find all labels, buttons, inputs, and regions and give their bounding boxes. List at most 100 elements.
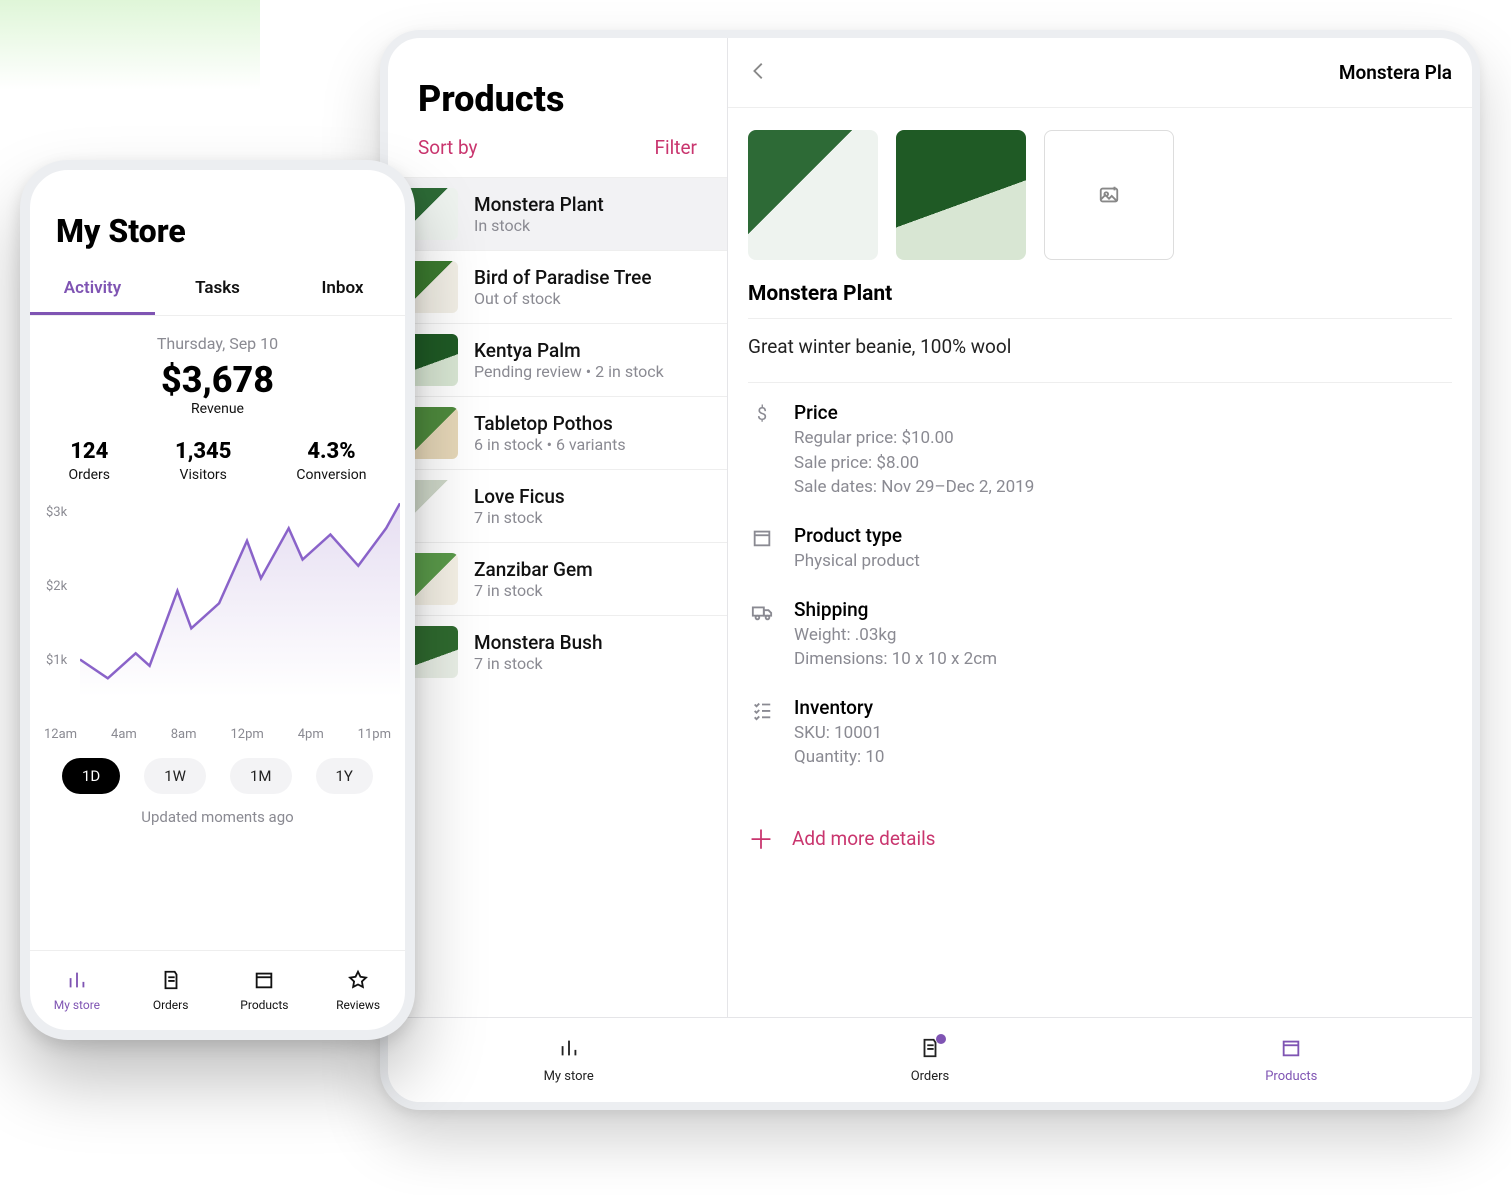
spec-line: SKU: 10001 bbox=[794, 721, 884, 746]
product-row-sub: Pending review • 2 in stock bbox=[474, 362, 664, 381]
spec-price[interactable]: $ Price Regular price: $10.00 Sale price… bbox=[728, 389, 1472, 512]
nav-label: Orders bbox=[911, 1069, 950, 1084]
nav-label: Products bbox=[240, 998, 288, 1012]
star-icon bbox=[347, 969, 369, 994]
phone-nav-reviews[interactable]: Reviews bbox=[311, 951, 405, 1030]
nav-label: My store bbox=[544, 1069, 594, 1084]
gallery-image[interactable] bbox=[896, 130, 1026, 260]
spec-line: Weight: .03kg bbox=[794, 623, 997, 648]
revenue-label: Revenue bbox=[30, 401, 405, 417]
add-more-details-button[interactable]: ＋ Add more details bbox=[728, 794, 1472, 883]
tablet-nav-my-store[interactable]: My store bbox=[388, 1018, 749, 1102]
product-list-pane: Products Sort by Filter Monstera PlantIn… bbox=[388, 38, 728, 1102]
spec-type[interactable]: Product type Physical product bbox=[728, 512, 1472, 586]
gallery-image[interactable] bbox=[748, 130, 878, 260]
spec-line: Sale dates: Nov 29–Dec 2, 2019 bbox=[794, 475, 1034, 500]
spec-heading: Price bbox=[794, 401, 1034, 424]
product-row-sub: 7 in stock bbox=[474, 581, 593, 600]
bars-icon bbox=[66, 969, 88, 994]
stat-label: Conversion bbox=[296, 467, 366, 483]
revenue-value: $3,678 bbox=[30, 359, 405, 401]
tab-activity[interactable]: Activity bbox=[30, 268, 155, 315]
dollar-icon: $ bbox=[748, 401, 776, 500]
truck-icon bbox=[748, 598, 776, 672]
date-label: Thursday, Sep 10 bbox=[30, 316, 405, 359]
product-detail-pane: Monstera Pla Monstera Plant Great winter… bbox=[728, 38, 1472, 1102]
range-1m[interactable]: 1M bbox=[230, 758, 292, 794]
tablet-nav-products[interactable]: Products bbox=[1111, 1018, 1472, 1102]
product-row-name: Bird of Paradise Tree bbox=[474, 266, 652, 290]
spec-inventory[interactable]: Inventory SKU: 10001 Quantity: 10 bbox=[728, 684, 1472, 782]
stat-value: 124 bbox=[68, 439, 110, 464]
orders-icon bbox=[160, 969, 182, 994]
spec-shipping[interactable]: Shipping Weight: .03kg Dimensions: 10 x … bbox=[728, 586, 1472, 684]
stat-orders: 124 Orders bbox=[68, 439, 110, 483]
nav-label: Products bbox=[1265, 1069, 1317, 1084]
phone-nav-products[interactable]: Products bbox=[218, 951, 312, 1030]
product-row[interactable]: Tabletop Pothos6 in stock • 6 variants bbox=[388, 396, 727, 469]
chart-xtick: 8am bbox=[171, 727, 197, 742]
box-icon bbox=[748, 524, 776, 574]
sort-by-button[interactable]: Sort by bbox=[418, 136, 478, 159]
nav-label: Orders bbox=[153, 998, 189, 1012]
spec-line: Sale price: $8.00 bbox=[794, 451, 1034, 476]
spec-heading: Product type bbox=[794, 524, 920, 547]
product-row[interactable]: Zanzibar Gem7 in stock bbox=[388, 542, 727, 615]
product-row-name: Love Ficus bbox=[474, 485, 565, 509]
badge-dot bbox=[936, 1034, 946, 1044]
product-row-sub: Out of stock bbox=[474, 289, 652, 308]
phone-nav-orders[interactable]: Orders bbox=[124, 951, 218, 1030]
chart-xtick: 11pm bbox=[358, 727, 391, 742]
updated-label: Updated moments ago bbox=[30, 798, 405, 832]
products-icon bbox=[1280, 1037, 1302, 1063]
tab-tasks[interactable]: Tasks bbox=[155, 268, 280, 315]
nav-label: Reviews bbox=[336, 998, 380, 1012]
phone-device: My Store ActivityTasksInbox Thursday, Se… bbox=[20, 160, 415, 1040]
tablet-nav-orders[interactable]: Orders bbox=[749, 1018, 1110, 1102]
product-name: Monstera Plant bbox=[728, 282, 1472, 312]
product-row[interactable]: Monstera PlantIn stock bbox=[388, 177, 727, 250]
chart-xtick: 12am bbox=[44, 727, 77, 742]
spec-heading: Shipping bbox=[794, 598, 997, 621]
range-1w[interactable]: 1W bbox=[144, 758, 206, 794]
product-row-name: Kentya Palm bbox=[474, 339, 664, 363]
product-row-name: Tabletop Pothos bbox=[474, 412, 626, 436]
chart-xtick: 4pm bbox=[298, 727, 324, 742]
add-more-label: Add more details bbox=[792, 827, 935, 850]
product-row[interactable]: Bird of Paradise TreeOut of stock bbox=[388, 250, 727, 323]
product-row[interactable]: Love Ficus7 in stock bbox=[388, 469, 727, 542]
detail-title: Monstera Pla bbox=[778, 61, 1452, 84]
chart-xtick: 4am bbox=[111, 727, 137, 742]
products-icon bbox=[253, 969, 275, 994]
product-row[interactable]: Monstera Bush7 in stock bbox=[388, 615, 727, 688]
product-gallery bbox=[728, 108, 1472, 282]
spec-line: Dimensions: 10 x 10 x 2cm bbox=[794, 647, 997, 672]
stat-label: Orders bbox=[68, 467, 110, 483]
product-row-name: Monstera Bush bbox=[474, 631, 603, 655]
products-heading: Products bbox=[388, 38, 727, 136]
filter-button[interactable]: Filter bbox=[655, 136, 697, 159]
add-image-button[interactable] bbox=[1044, 130, 1174, 260]
spec-heading: Inventory bbox=[794, 696, 884, 719]
stat-value: 1,345 bbox=[175, 439, 231, 464]
product-row-sub: 7 in stock bbox=[474, 654, 603, 673]
product-row[interactable]: Kentya PalmPending review • 2 in stock bbox=[388, 323, 727, 396]
product-row-name: Zanzibar Gem bbox=[474, 558, 593, 582]
stat-conversion: 4.3%Conversion bbox=[296, 439, 366, 483]
chart-ytick: $1k bbox=[46, 653, 67, 668]
checklist-icon bbox=[748, 696, 776, 770]
revenue-chart: $3k $2k $1k bbox=[40, 497, 395, 727]
back-icon[interactable] bbox=[748, 56, 778, 89]
range-1y[interactable]: 1Y bbox=[316, 758, 373, 794]
product-row-name: Monstera Plant bbox=[474, 193, 604, 217]
product-description: Great winter beanie, 100% wool bbox=[728, 325, 1472, 376]
product-row-sub: 6 in stock • 6 variants bbox=[474, 435, 626, 454]
bars-icon bbox=[558, 1037, 580, 1063]
spec-line: Regular price: $10.00 bbox=[794, 426, 1034, 451]
phone-nav-my-store[interactable]: My store bbox=[30, 951, 124, 1030]
range-1d[interactable]: 1D bbox=[62, 758, 120, 794]
spec-line: Quantity: 10 bbox=[794, 745, 884, 770]
stat-visitors: 1,345Visitors bbox=[175, 439, 231, 483]
tab-inbox[interactable]: Inbox bbox=[280, 268, 405, 315]
spec-line: Physical product bbox=[794, 549, 920, 574]
